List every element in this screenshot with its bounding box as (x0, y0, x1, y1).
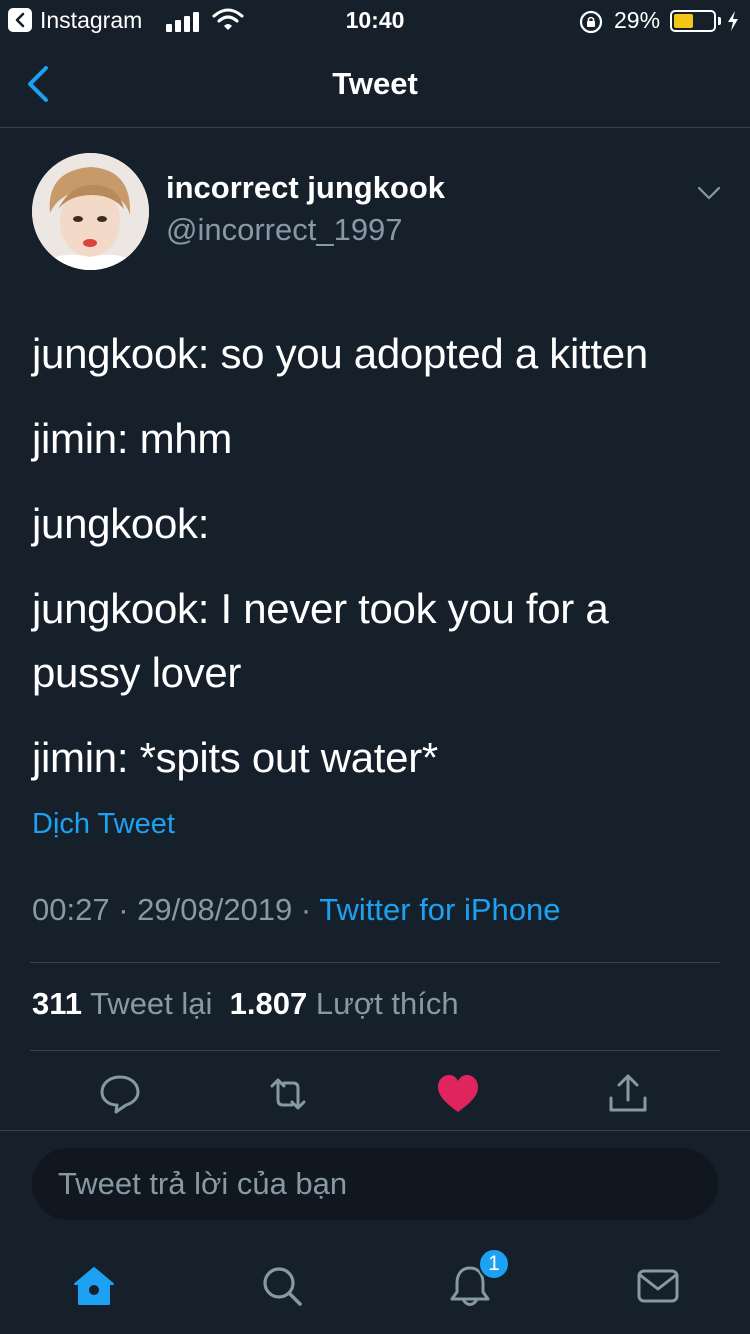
retweet-count[interactable]: 311 (32, 986, 82, 1021)
tab-bar (0, 1240, 750, 1334)
reply-icon[interactable] (96, 1070, 144, 1118)
divider (30, 1050, 720, 1051)
search-icon[interactable] (258, 1262, 306, 1310)
tweet-date: 29/08/2019 (137, 892, 293, 927)
retweet-icon[interactable] (264, 1070, 312, 1118)
tweet-line: jimin: mhm (32, 415, 233, 462)
author-handle[interactable]: @incorrect_1997 (166, 212, 403, 248)
battery-fill (674, 14, 693, 28)
orientation-lock-icon (579, 10, 603, 34)
tweet-time: 00:27 (32, 892, 110, 927)
battery-tip (718, 17, 721, 25)
meta-separator: · (292, 892, 320, 927)
page-title: Tweet (332, 66, 418, 101)
tweet-text: jungkook: so you adopted a kitten jimin:… (32, 322, 722, 811)
like-count[interactable]: 1.807 (230, 986, 308, 1021)
tweet-detail-screen: Instagram 10:40 29% Tweet incorrect jung… (0, 0, 750, 1334)
tweet-line: jungkook: (32, 500, 210, 547)
translate-tweet-link[interactable]: Dịch Tweet (32, 808, 175, 841)
share-icon[interactable] (604, 1070, 652, 1118)
navigation-bar: Tweet (0, 40, 750, 128)
tweet-stats: 311 Tweet lại 1.807 Lượt thích (32, 986, 459, 1022)
battery-icon (670, 10, 716, 32)
notification-badge: 1 (478, 1248, 510, 1280)
tweet-source-link[interactable]: Twitter for iPhone (319, 892, 560, 927)
like-label[interactable]: Lượt thích (316, 986, 459, 1021)
tweet-actions (0, 1070, 750, 1130)
tweet-line: jungkook: so you adopted a kitten (32, 330, 648, 377)
reply-bar (0, 1130, 750, 1240)
tweet-line: jungkook: I never took you for a pussy l… (32, 585, 609, 696)
like-icon[interactable] (434, 1070, 482, 1118)
messages-icon[interactable] (634, 1262, 682, 1310)
reply-input[interactable] (32, 1148, 718, 1220)
chevron-down-icon[interactable] (697, 185, 721, 201)
tweet-meta: 00:27 · 29/08/2019 · Twitter for iPhone (32, 892, 561, 928)
avatar[interactable] (32, 153, 149, 270)
status-bar: Instagram 10:40 29% (0, 0, 750, 40)
meta-separator: · (109, 892, 138, 927)
author-name[interactable]: incorrect jungkook (166, 170, 445, 206)
retweet-label[interactable]: Tweet lại (90, 986, 212, 1021)
divider (30, 962, 720, 963)
tweet-line: jimin: *spits out water* (32, 734, 438, 781)
home-icon[interactable] (70, 1262, 118, 1310)
battery-percent: 29% (614, 7, 661, 33)
charging-bolt-icon (728, 11, 738, 31)
